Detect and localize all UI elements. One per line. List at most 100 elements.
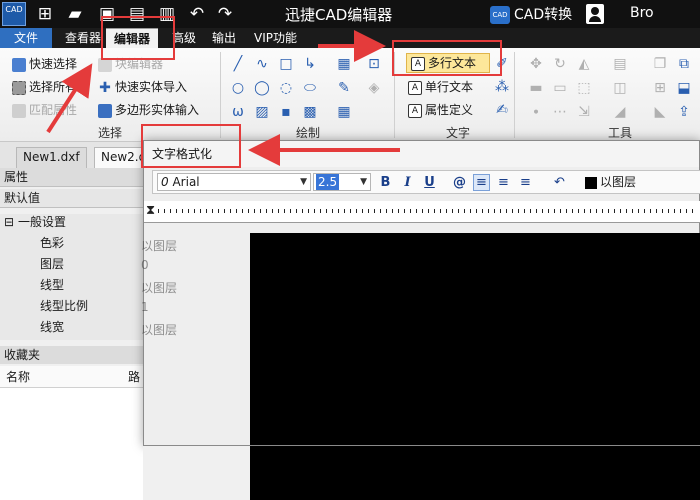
ghost-prop-layer: 0 xyxy=(141,258,149,272)
polygon-icon xyxy=(98,103,112,118)
explode-icon[interactable]: ⧉ xyxy=(676,56,692,72)
bold-button[interactable]: B xyxy=(377,174,394,191)
menu-viewer[interactable]: 查看器 xyxy=(65,28,101,48)
align-right-button[interactable]: ≡ xyxy=(517,174,534,191)
fav-col-name[interactable]: 名称 xyxy=(6,370,30,384)
single-line-text-button[interactable]: A 单行文本 xyxy=(408,78,473,96)
text-style-icon[interactable]: ⁂ xyxy=(494,79,510,95)
group-label-select: 选择 xyxy=(98,126,123,140)
hatch-icon[interactable]: ▨ xyxy=(254,104,270,120)
rectangle-icon[interactable]: □ xyxy=(278,56,294,72)
cad-convert-button[interactable]: CAD CAD转换 xyxy=(490,4,572,24)
prop-row-linetype[interactable]: 线型 xyxy=(0,275,143,296)
prop-row-lineweight[interactable]: 线宽 xyxy=(0,317,143,338)
group-icon[interactable]: ⬓ xyxy=(676,80,692,96)
circle-icon[interactable]: ○ xyxy=(230,80,246,96)
format-toolbar: 0 Arial ▼ 2.5 ▼ B I U @ ≡ ≡ ≡ ↶ 以图层 xyxy=(152,170,700,194)
prop-row-layer[interactable]: 图层 xyxy=(0,254,143,275)
region-icon[interactable]: ◈ xyxy=(366,80,382,96)
redo-icon[interactable]: ↷ xyxy=(214,3,236,25)
align-center-button[interactable]: ≡ xyxy=(495,174,512,191)
menu-output[interactable]: 输出 xyxy=(212,28,236,48)
properties-panel: 属性 默认值 ⊟ 一般设置 色彩 图层 线型 线型比例 线宽 收藏夹 名称 路径 xyxy=(0,168,143,500)
attribute-icon: A xyxy=(408,103,422,118)
indent-marker-icon[interactable]: ⧗ xyxy=(146,203,155,218)
table-icon[interactable]: ▦ xyxy=(336,104,352,120)
italic-button[interactable]: I xyxy=(399,174,416,191)
attribute-edit-icon[interactable]: ✍ xyxy=(494,102,510,118)
offset-icon[interactable]: ◫ xyxy=(612,80,628,96)
select-all-button[interactable]: 选择所有 xyxy=(12,78,77,96)
prop-row-color[interactable]: 色彩 xyxy=(0,233,143,254)
ghost-prop-linetype: 以图层 xyxy=(141,281,178,295)
ruler-ticks xyxy=(158,209,698,213)
chamfer-icon[interactable]: ◢ xyxy=(612,104,628,120)
copy-icon[interactable]: ❐ xyxy=(652,56,668,72)
prop-row-linetype-scale[interactable]: 线型比例 xyxy=(0,296,143,317)
select-all-icon xyxy=(12,80,26,95)
font-size-select[interactable]: 2.5 ▼ xyxy=(313,173,371,191)
undo-icon[interactable]: ↶ xyxy=(551,174,568,191)
rotate-icon[interactable]: ↻ xyxy=(552,56,568,72)
layer-icon[interactable]: ▤ xyxy=(612,56,628,72)
menu-file[interactable]: 文件 xyxy=(0,28,52,48)
quick-select-button[interactable]: 快速选择 xyxy=(12,55,77,73)
drawing-canvas[interactable] xyxy=(250,446,700,500)
scale-icon[interactable]: ⬚ xyxy=(576,80,592,96)
dimension-icon[interactable]: ⊡ xyxy=(366,56,382,72)
section-general[interactable]: ⊟ 一般设置 xyxy=(0,212,143,233)
trim-icon[interactable]: ▬ xyxy=(528,80,544,96)
attribute-definition-button[interactable]: A 属性定义 xyxy=(408,101,473,119)
move-icon[interactable]: ✥ xyxy=(528,56,544,72)
menu-vip[interactable]: VIP功能 xyxy=(254,28,297,48)
match-properties-button[interactable]: 匹配属性 xyxy=(12,101,77,119)
export-icon[interactable]: ⇪ xyxy=(676,104,692,120)
layer-color-select[interactable]: 以图层 xyxy=(585,173,636,191)
user-avatar-icon[interactable] xyxy=(586,4,604,24)
spline-icon[interactable]: ↳ xyxy=(302,56,318,72)
symbol-button[interactable]: @ xyxy=(451,174,468,191)
ellipse-icon[interactable]: ⬭ xyxy=(302,80,318,96)
open-folder-icon[interactable]: ▰ xyxy=(64,3,86,25)
user-name[interactable]: Bro xyxy=(630,5,654,21)
tab-new1[interactable]: New1.dxf xyxy=(16,147,87,168)
ghost-prop-scale: 1 xyxy=(141,300,149,314)
pen-icon[interactable]: ✎ xyxy=(336,80,352,96)
mirror-icon[interactable]: ◭ xyxy=(576,56,592,72)
highlight-mtext-button xyxy=(392,40,502,76)
stretch-icon[interactable]: ⇲ xyxy=(576,104,592,120)
cad-convert-icon: CAD xyxy=(490,6,510,24)
polygon-entity-input-button[interactable]: 多边形实体输入 xyxy=(98,101,199,119)
font-select[interactable]: 0 Arial ▼ xyxy=(157,173,311,191)
array-icon[interactable]: ⊞ xyxy=(652,80,668,96)
underline-button[interactable]: U xyxy=(421,174,438,191)
point-icon[interactable]: ▪ xyxy=(278,104,294,120)
text-icon: A xyxy=(408,80,422,95)
quick-entity-import-button[interactable]: ✚ 快速实体导入 xyxy=(98,78,187,96)
break-icon[interactable]: ⋯ xyxy=(552,104,568,120)
line-icon[interactable]: ╱ xyxy=(230,56,246,72)
divide-icon[interactable]: ∙ xyxy=(528,104,544,120)
new-file-icon[interactable]: ⊞ xyxy=(34,3,56,25)
polyline-icon[interactable]: ∿ xyxy=(254,56,270,72)
cad-convert-label: CAD转换 xyxy=(514,7,573,23)
favorites-list[interactable] xyxy=(0,388,143,500)
menu-advanced[interactable]: 高级 xyxy=(172,28,196,48)
arc-icon[interactable]: ◌ xyxy=(278,80,294,96)
image-icon[interactable]: ▩ xyxy=(302,104,318,120)
undo-icon[interactable]: ↶ xyxy=(186,3,208,25)
favorites-title: 收藏夹 xyxy=(0,346,143,364)
default-value-dropdown[interactable]: 默认值 xyxy=(0,189,143,208)
align-left-button[interactable]: ≡ xyxy=(473,174,490,191)
hatch-tool-icon[interactable]: ▦ xyxy=(336,56,352,72)
circle-3p-icon[interactable]: ◯ xyxy=(254,80,270,96)
revcloud-icon[interactable]: ω xyxy=(230,104,246,120)
mtext-edit-area[interactable] xyxy=(250,233,700,445)
color-swatch xyxy=(585,176,597,189)
collapse-icon[interactable]: ⊟ xyxy=(4,212,14,233)
fillet-icon[interactable]: ◣ xyxy=(652,104,668,120)
text-ruler[interactable]: ⧗ xyxy=(144,201,700,223)
brush-icon xyxy=(12,103,26,118)
favorites-columns: 名称 路径 xyxy=(0,366,143,406)
extend-icon[interactable]: ▭ xyxy=(552,80,568,96)
